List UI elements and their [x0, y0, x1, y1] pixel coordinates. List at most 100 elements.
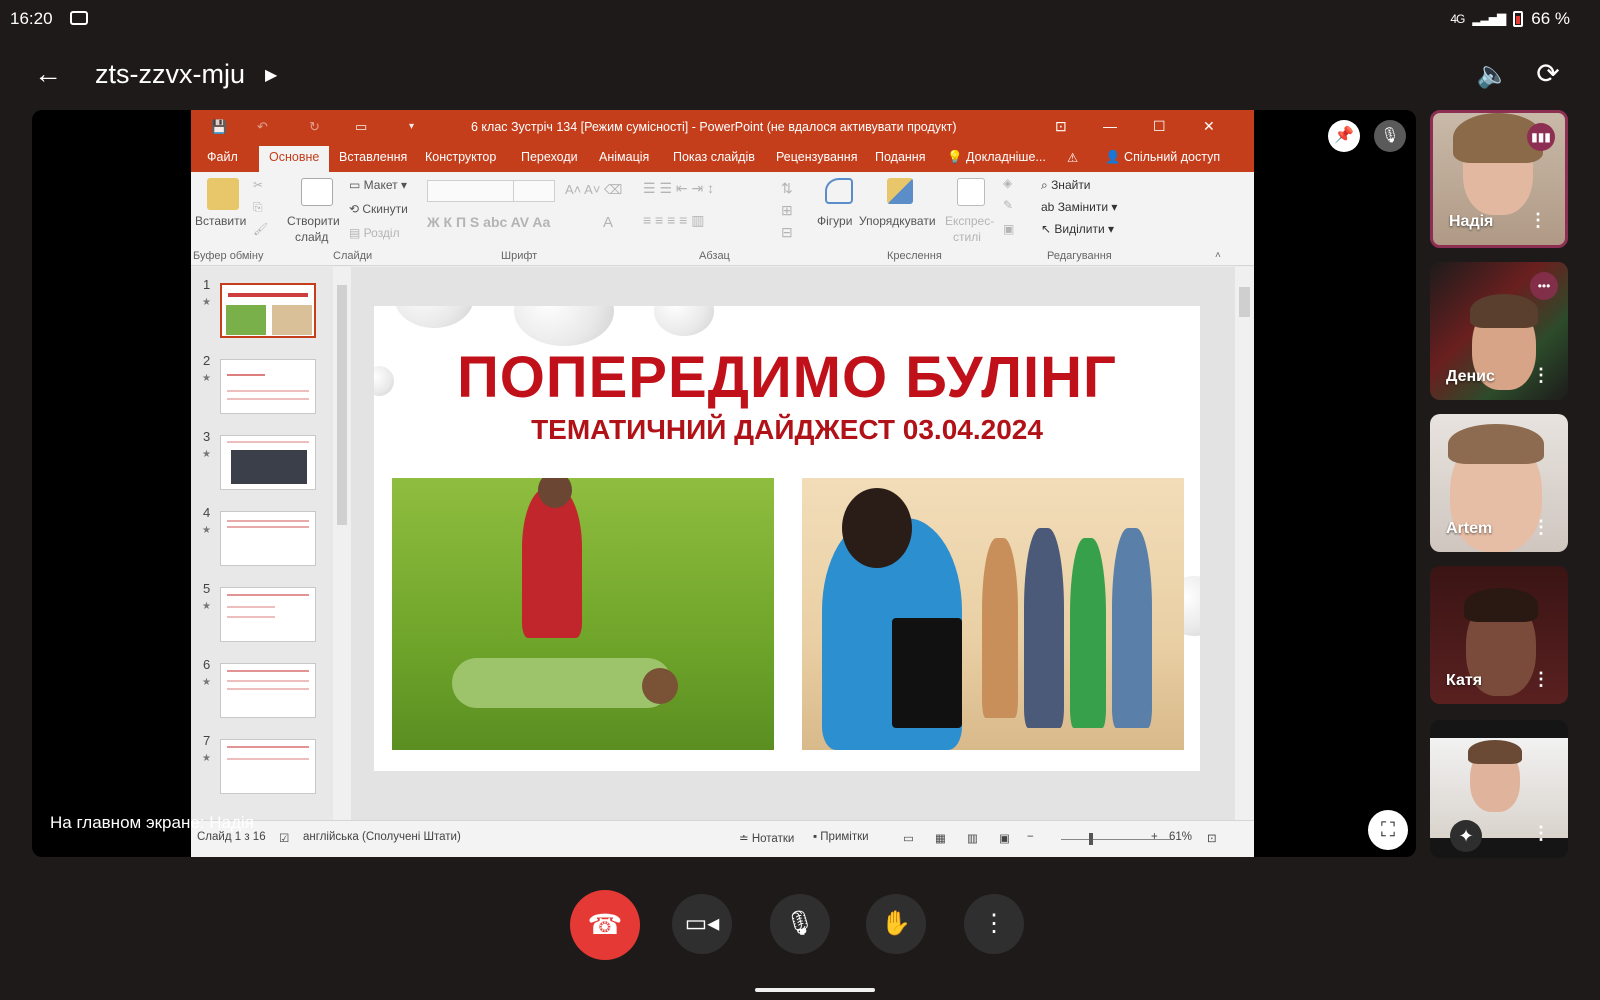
fit-slide-icon[interactable]: ⊡ — [1207, 831, 1217, 845]
collapse-ribbon-icon[interactable]: ˄ — [1215, 250, 1221, 261]
save-icon[interactable]: 💾 — [211, 119, 227, 135]
more-options-button[interactable]: ⋮ — [964, 894, 1024, 954]
zoom-level[interactable]: 61% — [1169, 831, 1192, 843]
tab-insert[interactable]: Вставлення — [339, 150, 407, 164]
thumbnail-scrollbar[interactable] — [333, 267, 351, 820]
tab-transitions[interactable]: Переходи — [521, 150, 578, 164]
notes-button[interactable]: ≐ Нотатки — [739, 831, 794, 845]
participant-tile[interactable]: Катя ⋮ — [1430, 566, 1568, 704]
current-slide[interactable]: ПОПЕРЕДИМО БУЛІНГ ТЕМАТИЧНИЙ ДАЙДЖЕСТ 03… — [374, 306, 1200, 771]
shape-fill-icon[interactable]: ◈ — [1003, 176, 1012, 190]
editor-scrollbar[interactable] — [1235, 267, 1254, 820]
scroll-thumb[interactable] — [1239, 287, 1250, 317]
tab-tell-me[interactable]: 💡 Докладніше... — [947, 150, 1046, 165]
font-format-buttons[interactable]: Ж К П S abc AV Aa — [427, 214, 550, 230]
quick-styles-label-1[interactable]: Експрес- — [945, 214, 994, 228]
close-icon[interactable]: ✕ — [1203, 118, 1215, 135]
scroll-thumb[interactable] — [337, 285, 347, 525]
back-arrow-icon[interactable]: ← — [30, 56, 66, 92]
replace-button[interactable]: ab Замінити ▾ — [1041, 200, 1117, 214]
mic-toggle-button[interactable]: 🎙 — [770, 894, 830, 954]
cut-icon[interactable]: ✂ — [253, 178, 263, 192]
ribbon-display-icon[interactable]: ⊡ — [1055, 118, 1067, 135]
tab-animations[interactable]: Анімація — [599, 150, 649, 164]
meeting-code[interactable]: zts-zzvx-mju — [95, 56, 245, 92]
slide-thumbnail[interactable] — [220, 359, 316, 414]
zoom-in-icon[interactable]: + — [1151, 831, 1158, 843]
quick-styles-label-2[interactable]: стилі — [953, 230, 981, 244]
tab-slideshow[interactable]: Показ слайдів — [673, 150, 755, 164]
redo-icon[interactable]: ↻ — [309, 119, 320, 135]
undo-icon[interactable]: ↶ — [257, 119, 268, 135]
zoom-slider-thumb[interactable] — [1089, 833, 1093, 845]
slide-thumbnail[interactable] — [220, 663, 316, 718]
slide-thumbnail[interactable] — [220, 587, 316, 642]
more-vert-icon[interactable]: ⋮ — [1532, 365, 1550, 386]
participant-tile[interactable]: Artem ⋮ — [1430, 414, 1568, 552]
present-icon[interactable]: ▭ — [355, 119, 367, 135]
slide-thumbnail[interactable] — [220, 739, 316, 794]
camera-flip-icon[interactable]: ⟳ — [1530, 56, 1566, 92]
participant-tile-self[interactable]: ✦ ⋮ — [1430, 720, 1568, 858]
more-vert-icon[interactable]: ⋮ — [1532, 823, 1550, 844]
raise-hand-button[interactable]: ✋ — [866, 894, 926, 954]
minimize-icon[interactable]: — — [1103, 118, 1117, 134]
slide-thumbnail[interactable] — [220, 435, 316, 490]
paste-icon[interactable] — [207, 178, 239, 210]
smartart-icon[interactable]: ⊟ — [781, 224, 793, 241]
format-painter-icon[interactable]: 🖌 — [253, 222, 268, 236]
slide-sorter-icon[interactable]: ▦ — [935, 831, 946, 845]
reset-button[interactable]: ⟲ Скинути — [349, 202, 408, 216]
slide-thumbnail[interactable] — [220, 511, 316, 566]
font-color-icon[interactable]: A — [603, 214, 613, 231]
spellcheck-icon[interactable]: ☑ — [279, 831, 289, 845]
reading-view-icon[interactable]: ▥ — [967, 831, 978, 845]
end-call-button[interactable]: ☎ — [570, 890, 640, 960]
section-button[interactable]: ▤ Розділ — [349, 226, 400, 240]
maximize-icon[interactable]: ☐ — [1153, 118, 1166, 135]
share-button[interactable]: 👤 Спільний доступ — [1105, 150, 1220, 165]
more-vert-icon[interactable]: ⋮ — [1532, 517, 1550, 538]
slide-thumbnail[interactable] — [220, 283, 316, 338]
arrange-label[interactable]: Упорядкувати — [859, 214, 936, 228]
shapes-icon[interactable] — [825, 178, 853, 204]
participant-tile[interactable]: ▮▮▮ Надія ⋮ — [1430, 110, 1568, 248]
comments-button[interactable]: ▪ Примітки — [813, 831, 869, 843]
effects-sparkle-icon[interactable]: ✦ — [1450, 820, 1482, 852]
tab-home[interactable]: Основне — [259, 146, 330, 172]
tab-view[interactable]: Подання — [875, 150, 925, 164]
participant-tile[interactable]: ••• Денис ⋮ — [1430, 262, 1568, 400]
select-button[interactable]: ↖ Виділити ▾ — [1041, 222, 1114, 236]
find-button[interactable]: ⌕ Знайти — [1041, 178, 1091, 193]
normal-view-icon[interactable]: ▭ — [903, 831, 914, 845]
home-indicator[interactable] — [755, 988, 875, 992]
new-slide-label-2[interactable]: слайд — [295, 230, 328, 244]
shape-effects-icon[interactable]: ▣ — [1003, 222, 1014, 236]
language-status[interactable]: англійська (Сполучені Штати) — [303, 831, 461, 843]
zoom-out-icon[interactable]: − — [1027, 831, 1034, 843]
camera-toggle-button[interactable]: ▭◂ — [672, 894, 732, 954]
list-buttons-icon[interactable]: ☰ ☰ ⇤ ⇥ ↕ — [643, 180, 714, 197]
shapes-label[interactable]: Фігури — [817, 214, 852, 228]
new-slide-icon[interactable] — [301, 178, 333, 206]
paste-label[interactable]: Вставити — [195, 214, 246, 228]
caret-right-icon[interactable]: ▶ — [265, 58, 277, 94]
layout-button[interactable]: ▭ Макет ▾ — [349, 178, 407, 192]
font-size-box[interactable] — [513, 180, 555, 202]
new-slide-label-1[interactable]: Створити — [287, 214, 340, 228]
tab-file[interactable]: Файл — [207, 150, 238, 164]
qat-customize-icon[interactable]: ▾ — [409, 121, 414, 132]
shape-outline-icon[interactable]: ✎ — [1003, 198, 1013, 212]
pin-icon[interactable]: 📌 — [1328, 120, 1360, 152]
more-vert-icon[interactable]: ⋮ — [1529, 210, 1547, 231]
slideshow-icon[interactable]: ▣ — [999, 831, 1010, 845]
speaker-icon[interactable]: 🔈 — [1475, 56, 1511, 92]
font-grow-icon[interactable]: A˄ A˅ ⌫ — [565, 182, 622, 198]
align-buttons-icon[interactable]: ≡ ≡ ≡ ≡ ▥ — [643, 212, 704, 229]
tab-design[interactable]: Конструктор — [425, 150, 496, 164]
align-text-icon[interactable]: ⊞ — [781, 202, 793, 219]
text-direction-icon[interactable]: ⇅ — [781, 180, 793, 197]
quick-styles-icon[interactable] — [957, 178, 985, 206]
copy-icon[interactable]: ⎘ — [253, 200, 263, 215]
font-name-box[interactable] — [427, 180, 517, 202]
